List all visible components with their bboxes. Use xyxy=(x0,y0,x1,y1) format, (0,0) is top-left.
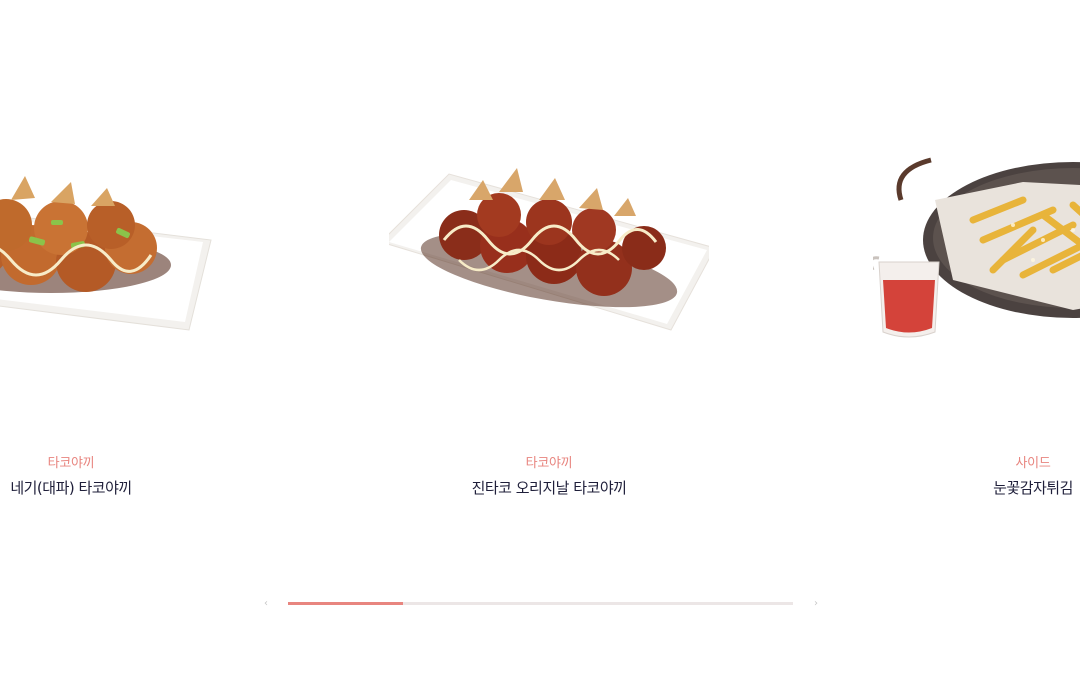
carousel-progress-fill xyxy=(288,602,404,605)
product-name[interactable]: 눈꽃감자튀김 xyxy=(873,477,1080,498)
product-card-snowflake-fries[interactable]: 사이드 눈꽃감자튀김 xyxy=(873,0,1080,520)
product-image-original-takoyaki[interactable] xyxy=(389,130,709,390)
product-carousel: 타코야끼 네기(대파) 타코야끼 타코야끼 진타코 오리지날 타코야끼 사이드 … xyxy=(0,0,1080,688)
next-arrow-icon[interactable]: › xyxy=(809,596,823,612)
product-name[interactable]: 진타코 오리지날 타코야끼 xyxy=(389,477,709,498)
product-image-snowflake-fries[interactable] xyxy=(873,130,1080,390)
carousel-progress-bar[interactable] xyxy=(288,602,793,605)
product-category: 사이드 xyxy=(1015,456,1051,471)
product-image-negi-takoyaki[interactable] xyxy=(0,130,231,390)
product-name[interactable]: 네기(대파) 타코야끼 xyxy=(0,477,231,498)
prev-arrow-icon[interactable]: ‹ xyxy=(259,596,273,612)
product-category: 타코야끼 xyxy=(525,456,573,471)
product-card-negi-takoyaki[interactable]: 타코야끼 네기(대파) 타코야끼 xyxy=(0,0,231,520)
product-category: 타코야끼 xyxy=(47,456,95,471)
product-card-original-takoyaki[interactable]: 타코야끼 진타코 오리지날 타코야끼 xyxy=(389,0,709,520)
